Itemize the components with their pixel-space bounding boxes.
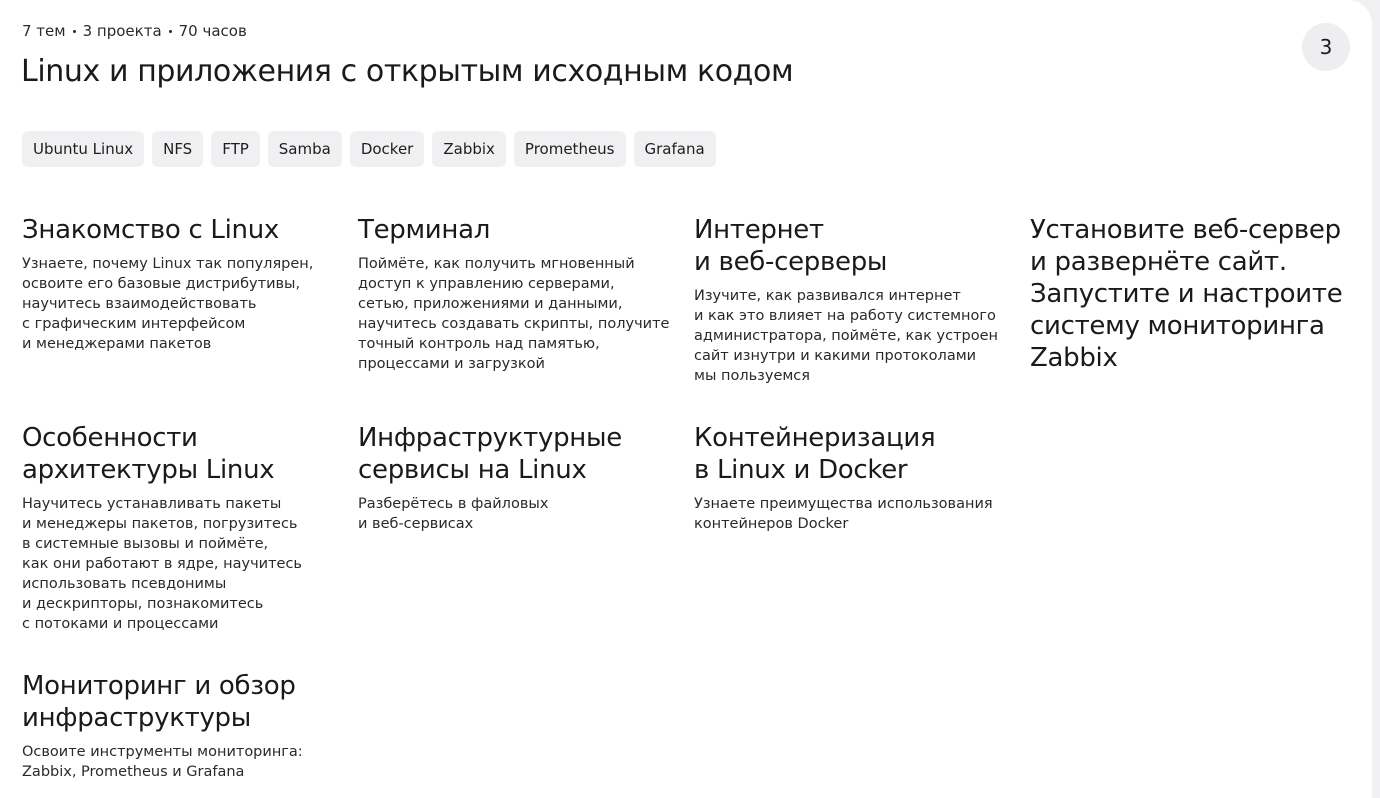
tag-nfs: NFS [152, 131, 204, 167]
tag-docker: Docker [349, 131, 425, 167]
topic-title: Особенности архитектуры Linux [22, 423, 275, 485]
project-title: Установите веб-сервер и развернёте сайт.… [1030, 215, 1343, 373]
meta-separator [72, 29, 76, 33]
topic-description: Узнаете, почему Linux так популярен, осв… [22, 256, 314, 352]
topic-description: Узнаете преимущества использования конте… [694, 496, 993, 532]
topic-title: Терминал [358, 215, 491, 245]
topic-linux-intro: Знакомство с Linux Узнаете, почему Linux… [22, 214, 342, 354]
meta-separator [168, 29, 172, 33]
topic-description: Разберётесь в файловых и веб-сервисах [358, 496, 549, 532]
technology-tags: Ubuntu Linux NFS FTP Samba Docker Zabbix… [22, 131, 716, 167]
program-title: Linux и приложения с открытым исходным к… [21, 54, 794, 89]
step-number-badge: 3 [1302, 23, 1350, 71]
topic-title: Мониторинг и обзор инфраструктуры [22, 671, 296, 733]
project-web-server-zabbix: Установите веб-сервер и развернёте сайт.… [1030, 214, 1360, 374]
topic-description: Освоите инструменты мониторинга: Zabbix,… [22, 744, 303, 780]
topic-title: Инфраструктурные сервисы на Linux [358, 423, 622, 485]
topic-title: Контейнеризация в Linux и Docker [694, 423, 936, 485]
program-card: 7 тем 3 проекта 70 часов Linux и приложе… [0, 0, 1372, 798]
topic-description: Научитесь устанавливать пакеты и менедже… [22, 496, 302, 632]
meta-projects: 3 проекта [82, 22, 162, 40]
tag-ubuntu-linux: Ubuntu Linux [22, 131, 145, 167]
tag-samba: Samba [267, 131, 342, 167]
topic-containerization-docker: Контейнеризация в Linux и Docker Узнаете… [694, 422, 1014, 534]
topic-monitoring: Мониторинг и обзор инфраструктуры Освоит… [22, 670, 342, 782]
topic-internet-web-servers: Интернет и веб-серверы Изучите, как разв… [694, 214, 1014, 386]
meta-hours: 70 часов [178, 22, 247, 40]
topic-infrastructure-services: Инфраструктурные сервисы на Linux Разбер… [358, 422, 678, 534]
tag-prometheus: Prometheus [513, 131, 626, 167]
topic-terminal: Терминал Поймёте, как получить мгновенны… [358, 214, 678, 374]
tag-grafana: Grafana [633, 131, 716, 167]
program-meta: 7 тем 3 проекта 70 часов [22, 22, 247, 40]
topic-linux-architecture: Особенности архитектуры Linux Научитесь … [22, 422, 342, 634]
topic-title: Знакомство с Linux [22, 215, 279, 245]
tag-zabbix: Zabbix [432, 131, 506, 167]
topic-description: Поймёте, как получить мгновенный доступ … [358, 256, 670, 372]
meta-topics: 7 тем [22, 22, 66, 40]
tag-ftp: FTP [211, 131, 260, 167]
topic-description: Изучите, как развивался интернет и как э… [694, 288, 999, 384]
topic-title: Интернет и веб-серверы [694, 215, 888, 277]
